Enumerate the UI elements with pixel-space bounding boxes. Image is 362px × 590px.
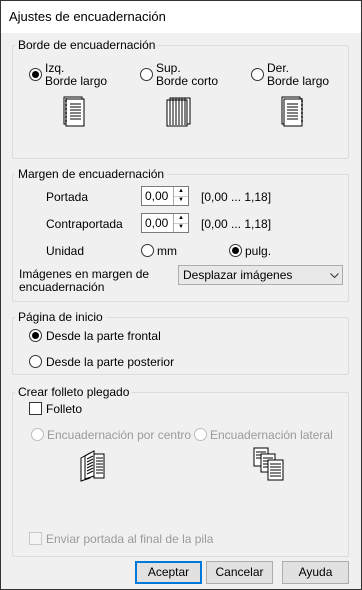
dialog-window: Ajustes de encuadernación Borde de encua… <box>0 0 362 590</box>
start-front-label: Desde la parte frontal <box>46 329 161 343</box>
left-bound-page-icon <box>63 96 85 127</box>
send-cover-checkbox[interactable] <box>29 532 42 545</box>
radio-top-short-edge[interactable] <box>140 68 153 81</box>
unit-inch-label: pulg. <box>245 244 272 258</box>
dialog-title: Ajustes de encuadernación <box>9 9 166 24</box>
unit-label: Unidad <box>46 244 85 258</box>
booklet-legend: Crear folleto plegado <box>15 385 133 399</box>
images-in-margin-select[interactable]: Desplazar imágenes <box>178 265 343 285</box>
cancel-button[interactable]: Cancelar <box>206 561 273 584</box>
right-edge-label-1: Der. <box>267 61 290 75</box>
spin-down-icon[interactable]: ▼ <box>174 223 188 232</box>
front-margin-value[interactable]: 0,00 <box>145 189 168 203</box>
front-margin-range: [0,00 ... 1,18] <box>201 190 272 204</box>
title-bar: Ajustes de encuadernación <box>1 1 361 33</box>
radio-left-long-edge[interactable] <box>29 68 42 81</box>
front-margin-spin-buttons: ▲ ▼ <box>173 187 188 205</box>
booklet-checkbox-label: Folleto <box>46 402 83 416</box>
side-binding-booklet-icon <box>253 447 284 481</box>
right-bound-page-icon <box>281 96 303 127</box>
top-edge-label-2: Borde corto <box>156 74 219 88</box>
left-edge-label-1: Izq. <box>45 61 65 75</box>
back-margin-range: [0,00 ... 1,18] <box>201 217 272 231</box>
back-margin-spin-buttons: ▲ ▼ <box>173 214 188 232</box>
center-binding-label: Encuadernación por centro <box>47 428 192 442</box>
right-edge-label-2: Borde largo <box>267 74 330 88</box>
start-page-legend: Página de inicio <box>15 310 106 324</box>
binding-margin-legend: Margen de encuadernación <box>15 167 168 181</box>
ok-button[interactable]: Aceptar <box>135 561 202 584</box>
radio-start-front[interactable] <box>29 329 42 342</box>
back-margin-value[interactable]: 0,00 <box>145 216 168 230</box>
images-in-margin-value: Desplazar imágenes <box>183 268 293 282</box>
back-margin-spinner[interactable]: 0,00 ▲ ▼ <box>141 213 189 233</box>
chevron-down-icon <box>330 273 339 279</box>
radio-start-back[interactable] <box>29 355 42 368</box>
radio-right-long-edge[interactable] <box>251 68 264 81</box>
start-back-label: Desde la parte posterior <box>46 355 175 369</box>
radio-side-binding[interactable] <box>194 428 207 441</box>
radio-center-binding[interactable] <box>31 428 44 441</box>
unit-mm-label: mm <box>157 244 177 258</box>
top-bound-page-icon <box>166 97 191 127</box>
radio-unit-mm[interactable] <box>141 244 154 257</box>
help-button[interactable]: Ayuda <box>282 561 349 584</box>
side-binding-label: Encuadernación lateral <box>210 428 333 442</box>
front-cover-label: Portada <box>46 190 89 204</box>
binding-edge-legend: Borde de encuadernación <box>15 38 159 52</box>
images-in-margin-label-1: Imágenes en margen de <box>19 267 150 281</box>
front-margin-spinner[interactable]: 0,00 ▲ ▼ <box>141 186 189 206</box>
images-in-margin-label-2: encuadernación <box>19 280 105 294</box>
top-edge-label-1: Sup. <box>156 61 181 75</box>
center-binding-booklet-icon <box>80 450 105 482</box>
spin-down-icon[interactable]: ▼ <box>174 196 188 205</box>
back-cover-label: Contraportada <box>46 217 123 231</box>
booklet-checkbox[interactable] <box>29 402 42 415</box>
left-edge-label-2: Borde largo <box>45 74 108 88</box>
send-cover-label: Enviar portada al final de la pila <box>46 532 214 546</box>
radio-unit-inch[interactable] <box>229 244 242 257</box>
